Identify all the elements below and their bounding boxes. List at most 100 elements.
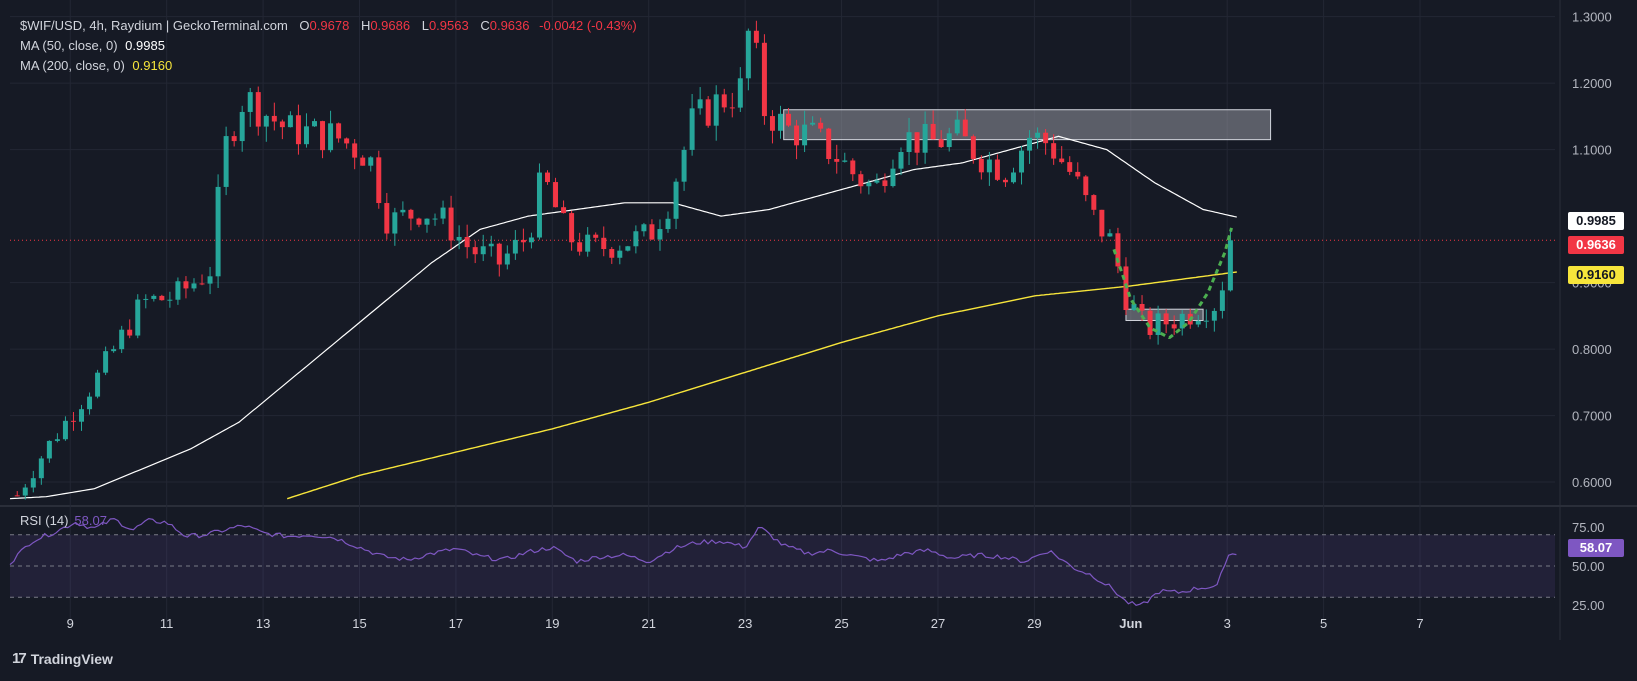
ma200-line <box>286 271 1237 500</box>
x-tick-label: 7 <box>1416 616 1423 631</box>
candle-body <box>1099 209 1105 237</box>
close-value: 0.9636 <box>489 18 530 33</box>
candle-body <box>528 237 534 243</box>
candle-body <box>223 136 229 187</box>
rsi-legend[interactable]: RSI (14) 58.07 <box>20 513 107 528</box>
candle-body <box>593 234 599 238</box>
candle-body <box>994 159 1000 180</box>
candle-body <box>657 229 663 240</box>
candle-body <box>1219 290 1225 311</box>
y-tick-label: 0.6000 <box>1572 475 1612 490</box>
candle-body <box>1211 310 1217 321</box>
symbol-legend: $WIF/USD, 4h, Raydium | GeckoTerminal.co… <box>20 18 637 33</box>
candle-body <box>874 180 880 183</box>
ma50-value: 0.9985 <box>125 38 165 53</box>
candle-body <box>673 181 679 219</box>
candle-body <box>239 111 245 142</box>
x-tick-label: 25 <box>834 616 848 631</box>
open-label: O <box>299 18 310 33</box>
candle-body <box>1010 172 1016 183</box>
candle-body <box>279 121 285 128</box>
y-tick-label: 0.8000 <box>1572 342 1612 357</box>
candle-body <box>95 372 101 397</box>
candle-body <box>625 246 631 251</box>
candle-body <box>890 168 896 187</box>
candle-body <box>1002 179 1008 183</box>
high-label: H <box>360 18 371 33</box>
candle-body <box>697 99 703 109</box>
rsi-value-tag: 58.07 <box>1568 539 1624 557</box>
candle-body <box>247 92 253 112</box>
candle-body <box>601 237 607 250</box>
y-tick-label: 1.1000 <box>1572 143 1612 158</box>
candle-body <box>569 213 575 243</box>
chart-area[interactable]: 1.30001.20001.10000.90000.80000.70000.60… <box>0 0 1637 676</box>
candle-body <box>111 349 117 352</box>
candle-body <box>352 143 358 158</box>
candle-body <box>448 207 454 241</box>
candle-body <box>1083 176 1089 196</box>
candle-body <box>30 478 36 488</box>
candle-body <box>721 94 727 108</box>
candle-body <box>504 253 510 265</box>
candle-body <box>938 139 944 148</box>
candle-body <box>842 160 848 162</box>
x-tick-label: 19 <box>545 616 559 631</box>
candle-body <box>882 180 888 187</box>
ma50-legend[interactable]: MA (50, close, 0) 0.9985 <box>20 38 165 53</box>
candle-body <box>810 122 816 125</box>
ma200-price-tag: 0.9160 <box>1568 266 1624 284</box>
candle-body <box>802 124 808 146</box>
candle-body <box>151 295 157 299</box>
candle-body <box>54 439 60 441</box>
candle-body <box>729 107 735 109</box>
candle-body <box>633 231 639 247</box>
candle-body <box>1107 233 1113 237</box>
low-value: 0.9563 <box>428 18 469 33</box>
close-label: C <box>480 18 490 33</box>
tradingview-logo-text: TradingView <box>30 650 113 667</box>
y-tick-label: 1.2000 <box>1572 76 1612 91</box>
candle-body <box>1027 137 1033 151</box>
x-tick-label: 11 <box>160 616 174 631</box>
candle-body <box>850 160 856 175</box>
candle-body <box>737 78 743 108</box>
chart-canvas[interactable]: 1.30001.20001.10000.90000.80000.70000.60… <box>0 0 1637 676</box>
candle-body <box>424 218 430 225</box>
candle-body <box>946 133 952 148</box>
x-tick-label: 29 <box>1027 616 1041 631</box>
candle-body <box>858 174 864 187</box>
ma50-line <box>9 135 1237 500</box>
candle-body <box>440 207 446 219</box>
candle-body <box>561 207 567 214</box>
candles <box>14 20 1233 500</box>
candle-body <box>512 239 518 254</box>
candle-body <box>312 121 317 127</box>
ma200-legend[interactable]: MA (200, close, 0) 0.9160 <box>20 58 172 73</box>
x-tick-label: Jun <box>1119 616 1142 631</box>
candle-body <box>689 108 695 150</box>
candle-body <box>14 495 20 497</box>
candle-body <box>360 157 366 166</box>
x-tick-label: 17 <box>449 616 463 631</box>
candle-body <box>1227 240 1233 291</box>
candle-body <box>761 42 767 117</box>
candle-body <box>87 396 93 410</box>
candle-body <box>585 234 591 252</box>
candle-body <box>303 126 309 145</box>
tradingview-logo[interactable]: 17 TradingView <box>12 650 113 667</box>
candle-body <box>207 276 213 284</box>
candle-body <box>1163 313 1169 325</box>
ma50-label: MA (50, close, 0) <box>20 38 118 53</box>
rsi-legend-value: 58.07 <box>74 513 107 528</box>
candle-body <box>553 182 559 208</box>
candle-body <box>866 182 872 187</box>
candle-body <box>536 172 542 238</box>
candle-body <box>167 299 173 301</box>
candle-body <box>1043 132 1049 144</box>
high-value: 0.9686 <box>370 18 411 33</box>
symbol-line: $WIF/USD, 4h, Raydium | GeckoTerminal.co… <box>20 18 288 33</box>
candle-body <box>914 132 920 153</box>
candle-body <box>143 298 149 300</box>
ma200-value: 0.9160 <box>132 58 173 73</box>
